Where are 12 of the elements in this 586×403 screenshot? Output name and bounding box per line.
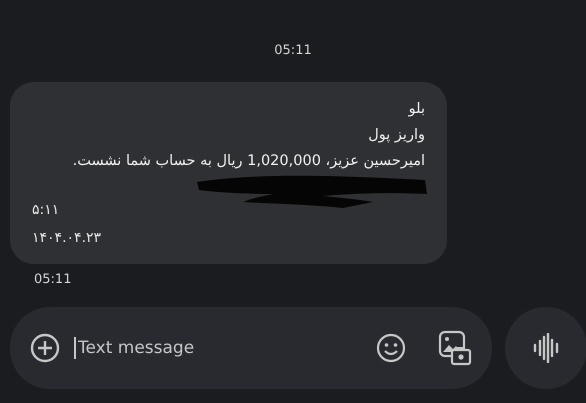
timestamp: 05:11 [34,272,72,287]
message-line: بلو [407,100,425,119]
timestamp: 05:11 [274,43,312,58]
add-icon[interactable] [30,333,60,363]
audio-wave-icon [533,333,559,363]
gallery-camera-icon[interactable] [438,330,472,366]
message-date: ۱۴۰۴.۰۴.۲۳ [32,229,102,248]
message-line: امیرحسین عزیز، 1,020,000 ریال به حساب شما نشست. [72,152,425,171]
message-line: واریز پول [367,126,425,145]
message-time: ۵:۱۱ [32,201,60,220]
emoji-icon[interactable] [376,333,406,363]
text-field[interactable]: Text message [74,337,362,359]
